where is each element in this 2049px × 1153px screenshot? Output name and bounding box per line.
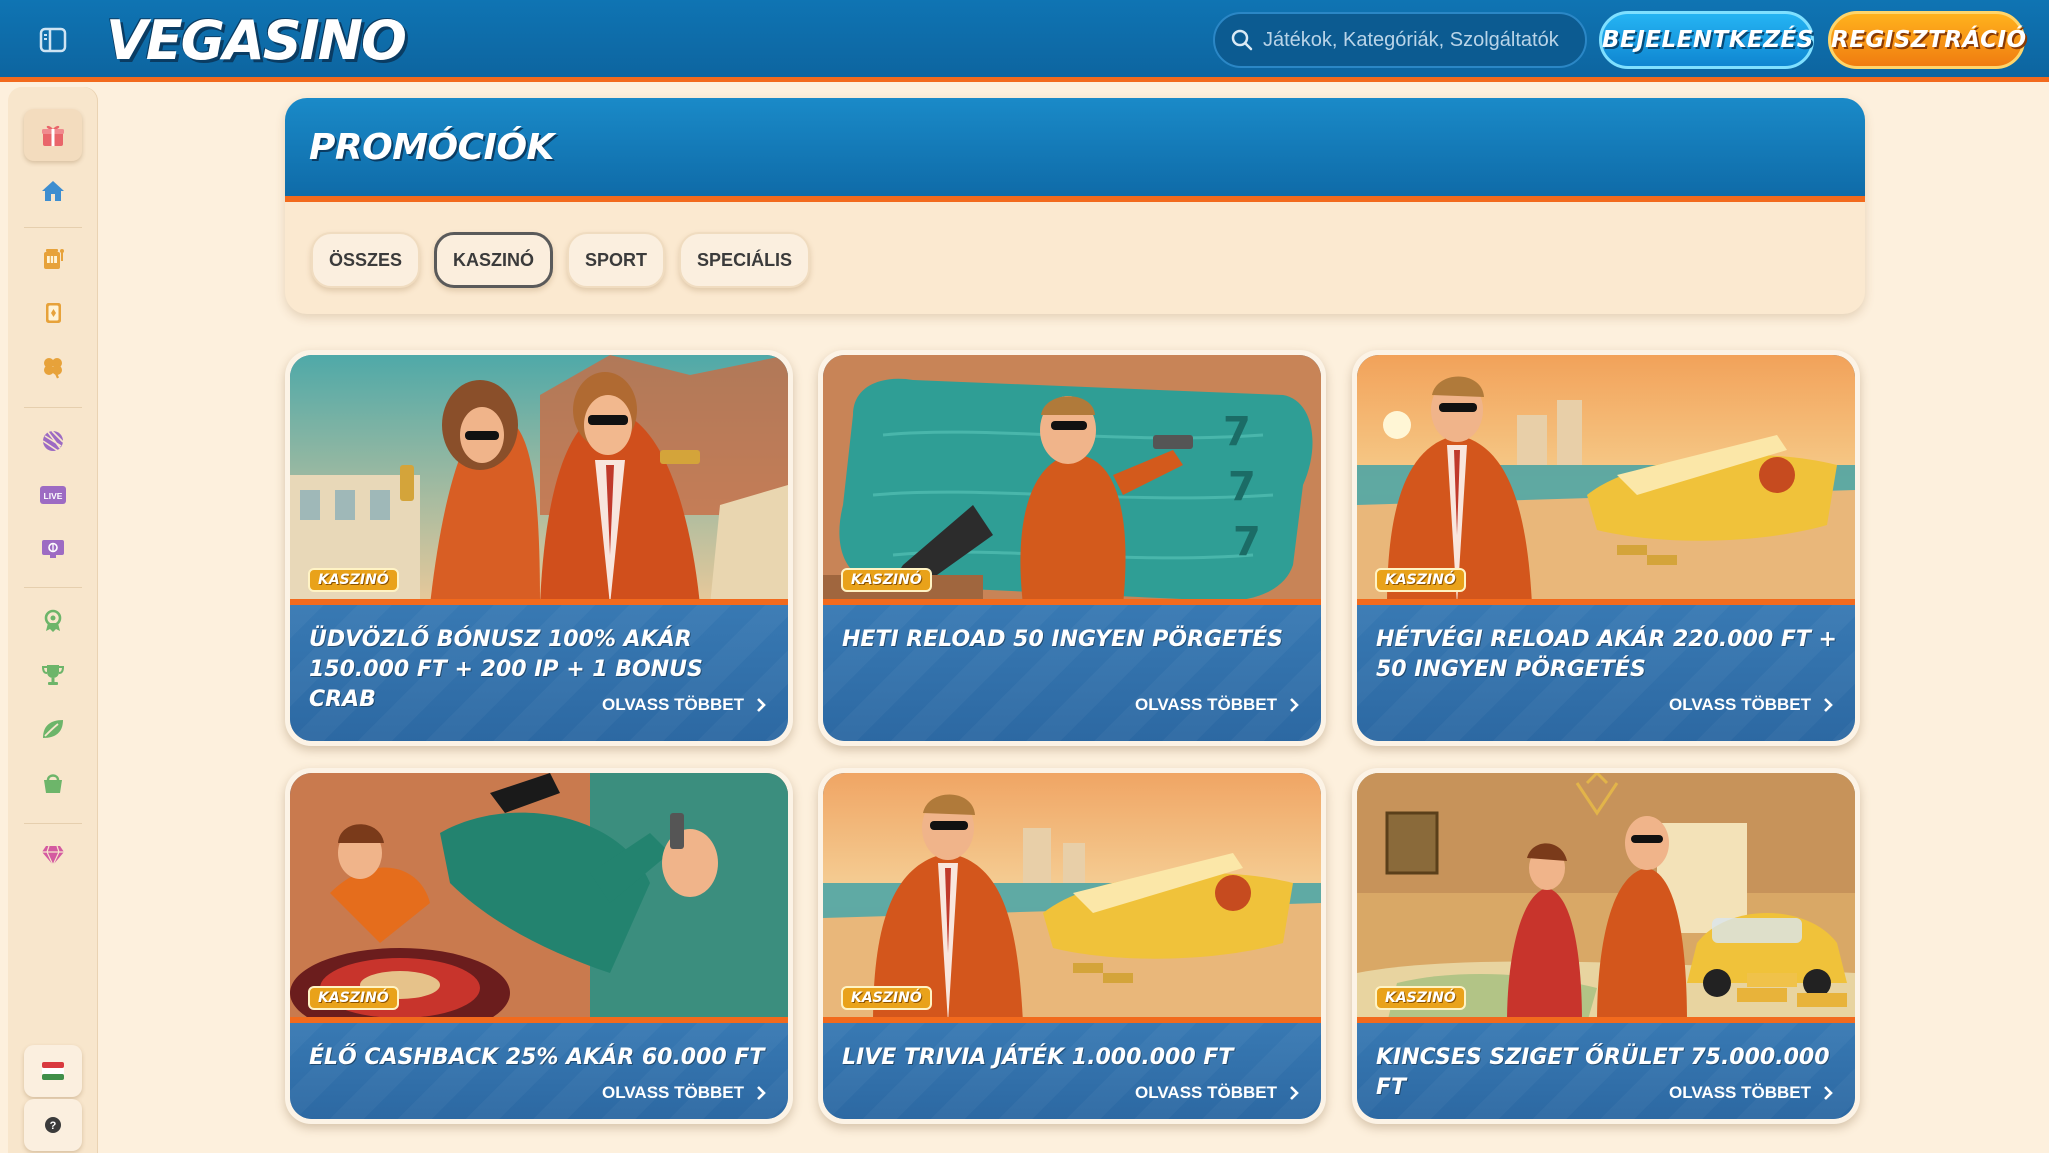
esport-icon [42,540,64,558]
svg-text:7: 7 [1223,409,1251,455]
leaf-icon [43,720,63,738]
promo-card-title: LIVE TRIVIA JÁTÉK 1.000.000 FT [842,1045,1234,1070]
read-more-link[interactable]: OLVASS TÖBBET [1669,695,1833,715]
chevron-right-icon [757,1086,766,1100]
sidebar-item-sport[interactable] [24,415,82,467]
promo-card[interactable]: KASZINÓ ÉLŐ CASHBACK 25% AKÁR 60.000 FT … [285,768,793,1124]
promotions-panel: PROMÓCIÓK ÖSSZES KASZINÓ SPORT SPECIÁLIS [285,98,1865,314]
hungary-flag-icon [42,1062,64,1080]
svg-text:?: ? [50,1120,57,1132]
category-filters: ÖSSZES KASZINÓ SPORT SPECIÁLIS [311,232,811,288]
read-more-label: OLVASS TÖBBET [602,1083,744,1102]
category-badge: KASZINÓ [841,986,932,1010]
read-more-label: OLVASS TÖBBET [1135,695,1277,714]
help-button[interactable]: ? [24,1099,82,1151]
vegasino-logo[interactable]: VEGASINO [106,10,407,72]
slots-icon [44,249,64,269]
sport-ball-icon [42,430,64,452]
promo-card-image: 7 7 7 KASZINÓ [823,355,1321,605]
register-button[interactable]: REGISZTRÁCIÓ [1828,11,2026,69]
search-box[interactable] [1213,12,1587,68]
promo-card-image: KASZINÓ [1357,773,1855,1023]
sidebar-divider [24,587,82,588]
gift-icon [42,125,64,146]
read-more-label: OLVASS TÖBBET [602,695,744,714]
filter-casino[interactable]: KASZINÓ [434,232,554,288]
read-more-link[interactable]: OLVASS TÖBBET [1669,1083,1833,1103]
promo-card-image: KASZINÓ [823,773,1321,1023]
search-icon [1231,29,1253,51]
sidebar-item-live[interactable]: LIVE [24,469,82,521]
promo-card[interactable]: KASZINÓ KINCSES SZIGET ŐRÜLET 75.000.000… [1352,768,1860,1124]
promo-card-title: HÉTVÉGI RELOAD AKÁR 220.000 FT + 50 INGY… [1376,627,1837,682]
chevron-right-icon [757,698,766,712]
sidebar-item-lucky[interactable] [24,341,82,393]
read-more-label: OLVASS TÖBBET [1135,1083,1277,1102]
sidebar-toggle-icon[interactable] [38,26,68,54]
filter-all[interactable]: ÖSSZES [311,232,421,288]
promo-card-title: HETI RELOAD 50 INGYEN PÖRGETÉS [842,627,1283,652]
vip-diamond-icon [42,845,64,867]
sidebar-item-shop[interactable] [24,757,82,809]
clover-icon [44,358,62,379]
promo-card[interactable]: 7 7 7 KASZINÓ HETI RELOAD 50 INGYEN PÖRG… [818,350,1326,746]
sidebar: LIVE ? [8,87,98,1153]
help-icon: ? [45,1117,61,1133]
sidebar-item-promotions[interactable] [24,109,82,161]
promotions-header: PROMÓCIÓK [285,98,1865,202]
sidebar-item-missions[interactable] [24,703,82,755]
sidebar-divider [24,823,82,824]
svg-text:LIVE: LIVE [44,491,63,501]
promo-card-title: ÉLŐ CASHBACK 25% AKÁR 60.000 FT [309,1045,765,1070]
sidebar-divider [24,407,82,408]
read-more-link[interactable]: OLVASS TÖBBET [1135,695,1299,715]
home-icon [42,181,64,201]
login-button[interactable]: BEJELENTKEZÉS [1599,11,1814,69]
category-badge: KASZINÓ [1375,986,1466,1010]
filter-special[interactable]: SPECIÁLIS [679,232,811,288]
page-title: PROMÓCIÓK [309,126,554,168]
category-badge: KASZINÓ [841,568,932,592]
read-more-label: OLVASS TÖBBET [1669,695,1811,714]
read-more-label: OLVASS TÖBBET [1669,1083,1811,1102]
live-icon: LIVE [40,486,66,504]
read-more-link[interactable]: OLVASS TÖBBET [602,695,766,715]
card-icon [46,303,61,323]
category-badge: KASZINÓ [1375,568,1466,592]
trophy-icon [41,665,65,685]
search-input[interactable] [1263,28,1563,52]
category-badge: KASZINÓ [308,986,399,1010]
promo-card-image: KASZINÓ [290,773,788,1023]
sidebar-item-esport[interactable] [24,523,82,575]
sidebar-item-home[interactable] [24,165,82,217]
sidebar-item-tournaments[interactable] [24,649,82,701]
sidebar-divider [24,227,82,228]
chevron-right-icon [1290,1086,1299,1100]
promo-card[interactable]: KASZINÓ ÜDVÖZLŐ BÓNUSZ 100% AKÁR 150.000… [285,350,793,746]
promo-card[interactable]: KASZINÓ HÉTVÉGI RELOAD AKÁR 220.000 FT +… [1352,350,1860,746]
promo-icon [44,609,62,632]
shop-icon [44,774,62,793]
sidebar-item-slots[interactable] [24,233,82,285]
top-header: VEGASINO BEJELENTKEZÉS REGISZTRÁCIÓ [0,0,2049,82]
chevron-right-icon [1290,698,1299,712]
chevron-right-icon [1824,1086,1833,1100]
category-badge: KASZINÓ [308,568,399,592]
sidebar-item-rewards[interactable] [24,595,82,647]
sidebar-item-table-games[interactable] [24,287,82,339]
filter-sport[interactable]: SPORT [567,232,666,288]
promo-card-image: KASZINÓ [1357,355,1855,605]
language-selector[interactable] [24,1045,82,1097]
chevron-right-icon [1824,698,1833,712]
svg-text:7: 7 [1233,519,1261,565]
promo-card[interactable]: KASZINÓ LIVE TRIVIA JÁTÉK 1.000.000 FT O… [818,768,1326,1124]
read-more-link[interactable]: OLVASS TÖBBET [602,1083,766,1103]
svg-text:7: 7 [1228,464,1256,510]
read-more-link[interactable]: OLVASS TÖBBET [1135,1083,1299,1103]
promo-card-image: KASZINÓ [290,355,788,605]
sidebar-item-vip[interactable] [24,829,82,881]
